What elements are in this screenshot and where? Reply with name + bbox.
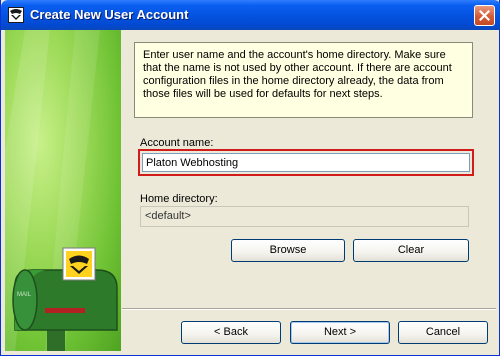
button-separator xyxy=(122,308,496,310)
sidebar-illustration: MAIL xyxy=(5,30,121,351)
home-directory-input[interactable]: <default> xyxy=(140,206,469,227)
cancel-button[interactable]: Cancel xyxy=(398,321,488,344)
account-name-highlight: Platon Webhosting xyxy=(138,149,474,176)
create-user-account-dialog: Create New User Account MAIL Enter user … xyxy=(0,0,500,356)
title-bar[interactable]: Create New User Account xyxy=(1,0,500,30)
mailbox-illustration: MAIL xyxy=(5,30,118,351)
svg-text:MAIL: MAIL xyxy=(17,292,32,298)
account-name-label: Account name: xyxy=(140,137,214,149)
account-name-input[interactable]: Platon Webhosting xyxy=(142,153,470,172)
window-title: Create New User Account xyxy=(30,7,189,22)
next-button[interactable]: Next > xyxy=(290,321,390,344)
back-button[interactable]: < Back xyxy=(181,321,281,344)
browse-button[interactable]: Browse xyxy=(231,239,345,262)
instructions-text: Enter user name and the account's home d… xyxy=(134,42,473,118)
mailbox-icon xyxy=(8,7,24,23)
close-icon[interactable] xyxy=(474,5,495,26)
home-directory-label: Home directory: xyxy=(140,193,218,205)
clear-button[interactable]: Clear xyxy=(353,239,469,262)
